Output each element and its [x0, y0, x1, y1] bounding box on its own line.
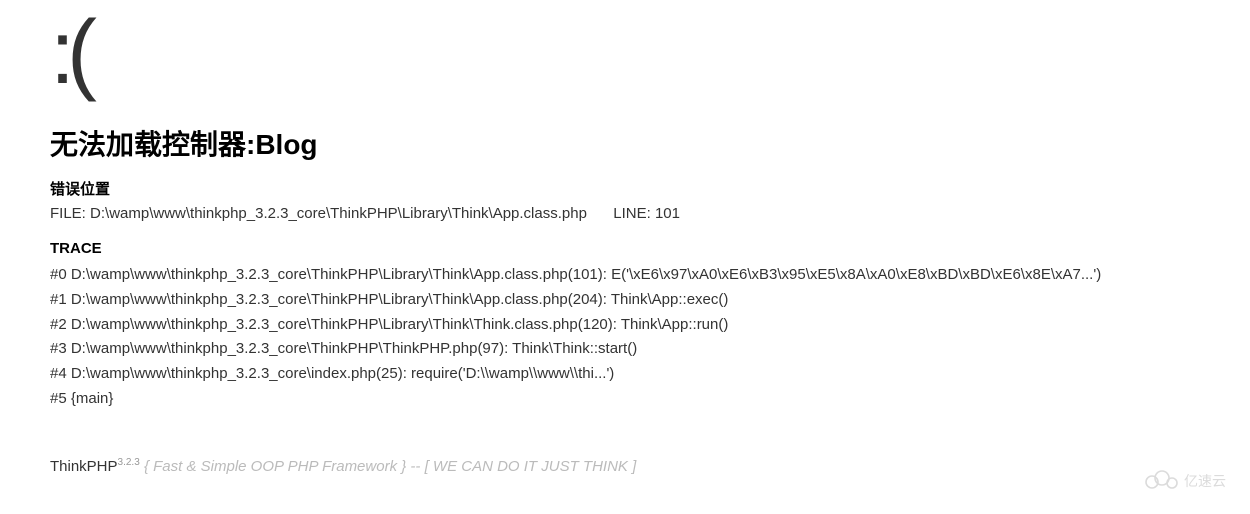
trace-list: #0 D:\wamp\www\thinkphp_3.2.3_core\Think…	[50, 263, 1250, 412]
error-title: 无法加载控制器:Blog	[50, 123, 1250, 163]
error-location-header: 错误位置	[50, 178, 1250, 199]
trace-line: #0 D:\wamp\www\thinkphp_3.2.3_core\Think…	[50, 263, 1250, 288]
watermark-logo: 亿速云	[1140, 466, 1230, 494]
brand-slogan: { Fast & Simple OOP PHP Framework } -- […	[144, 458, 636, 475]
brand-name: ThinkPHP	[50, 458, 118, 475]
line-label: LINE:	[613, 205, 651, 222]
trace-line: #1 D:\wamp\www\thinkphp_3.2.3_core\Think…	[50, 288, 1250, 313]
file-label: FILE:	[50, 205, 86, 222]
file-path: D:\wamp\www\thinkphp_3.2.3_core\ThinkPHP…	[90, 205, 587, 222]
sad-face-icon: :(	[50, 0, 1250, 108]
brand-version: 3.2.3	[118, 457, 140, 468]
watermark-text: 亿速云	[1184, 473, 1226, 489]
trace-line: #4 D:\wamp\www\thinkphp_3.2.3_core\index…	[50, 362, 1250, 387]
trace-header: TRACE	[50, 240, 1250, 257]
trace-line: #3 D:\wamp\www\thinkphp_3.2.3_core\Think…	[50, 337, 1250, 362]
trace-line: #5 {main}	[50, 387, 1250, 412]
trace-line: #2 D:\wamp\www\thinkphp_3.2.3_core\Think…	[50, 313, 1250, 338]
error-location-info: FILE: D:\wamp\www\thinkphp_3.2.3_core\Th…	[50, 205, 1250, 222]
line-number: 101	[655, 205, 680, 222]
footer: ThinkPHP3.2.3 { Fast & Simple OOP PHP Fr…	[50, 457, 1250, 495]
